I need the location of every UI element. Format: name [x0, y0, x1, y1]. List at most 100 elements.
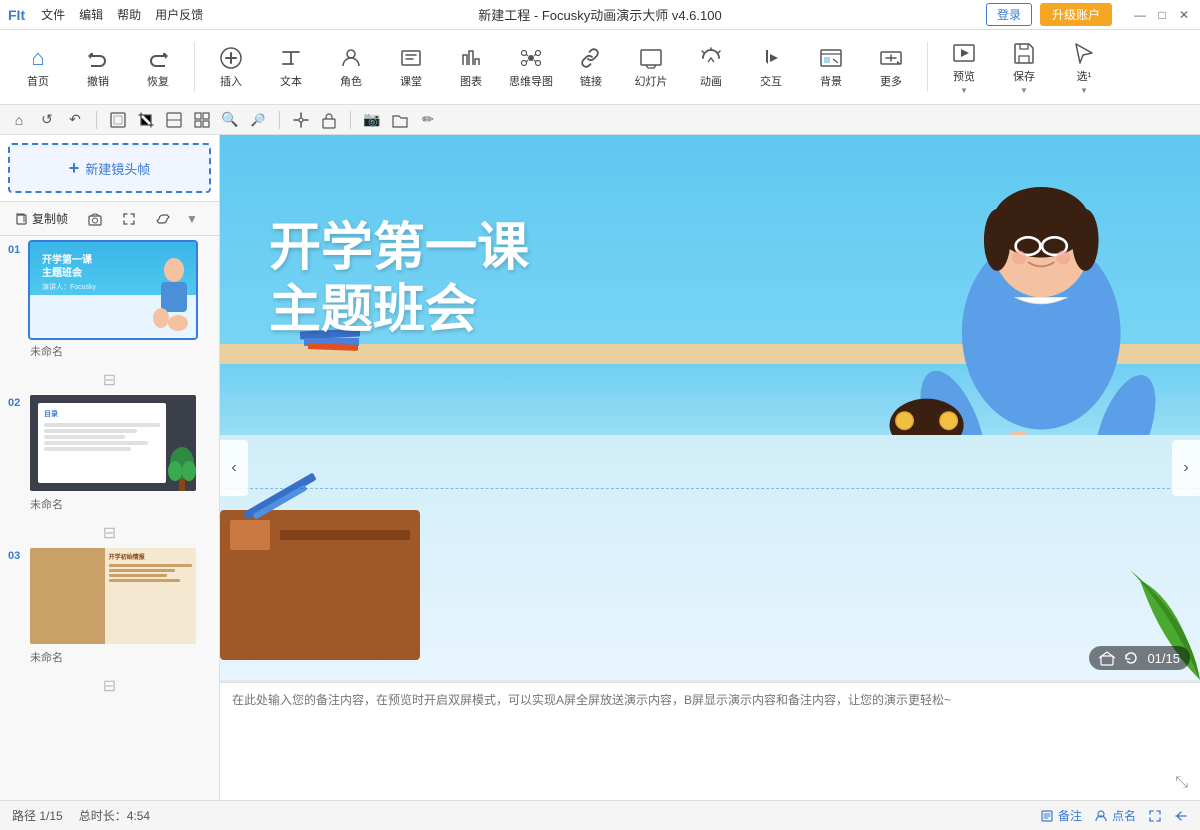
nav-arrow-right[interactable]: ›: [1172, 440, 1200, 496]
canvas-main-content: 开学第一课 主题班会 演讲人：Focusky: [220, 135, 1200, 680]
toolbar-role[interactable]: 角色: [323, 34, 379, 100]
insert-icon: [217, 44, 245, 72]
toolbar-save[interactable]: 保存 ▼: [996, 34, 1052, 100]
undo-icon: [84, 44, 112, 72]
menu-file[interactable]: 文件: [41, 6, 65, 23]
copy-frame-button[interactable]: 复制帧: [8, 208, 74, 229]
ct-camera-icon[interactable]: 📷: [361, 109, 383, 131]
sidebar: + 新建镜头帧 复制帧 ▼ 01: [0, 135, 220, 800]
toolbar-text-label: 文本: [280, 76, 302, 89]
toolbar-animation[interactable]: 动画: [683, 34, 739, 100]
expand-notes-button[interactable]: ⤡: [1175, 774, 1188, 792]
ct-zoom-in-icon[interactable]: 🔍: [219, 109, 241, 131]
sidebar-scroll-down[interactable]: ▼: [184, 210, 200, 228]
upgrade-button[interactable]: 升级账户: [1040, 3, 1112, 26]
copy-icon: [14, 212, 28, 226]
toolbar-preview-label: 预览: [953, 71, 975, 84]
window-controls: — □ ✕: [1132, 7, 1192, 23]
preview-dropdown-icon: ▼: [960, 86, 968, 95]
ct-grid-icon[interactable]: [191, 109, 213, 131]
fit-action[interactable]: [116, 210, 142, 228]
slide-thumb-1[interactable]: 开学第一课主题班会 演讲人：Focusky: [28, 240, 198, 340]
toolbar-more-label: 更多: [880, 76, 902, 89]
toolbar-home[interactable]: ⌂ 首页: [10, 34, 66, 100]
maximize-button[interactable]: □: [1154, 7, 1170, 23]
toolbar-redo-label: 恢复: [147, 76, 169, 89]
interact-icon: [757, 44, 785, 72]
toolbar-select[interactable]: 选¹ ▼: [1056, 34, 1112, 100]
ct-crop-icon[interactable]: [135, 109, 157, 131]
toolbar-more[interactable]: 更多: [863, 34, 919, 100]
toolbar-background[interactable]: 背景: [803, 34, 859, 100]
slide-separator-2: ⊟: [0, 520, 219, 546]
toolbar-insert[interactable]: 插入: [203, 34, 259, 100]
toolbar-undo[interactable]: 撤销: [70, 34, 126, 100]
duration-info: 总时长：4:54: [79, 807, 150, 824]
ct-frame-icon[interactable]: [107, 109, 129, 131]
fit-icon: [122, 212, 136, 226]
save-dropdown-icon: ▼: [1020, 86, 1028, 95]
notes-area: ⤡: [220, 682, 1200, 800]
ct-rotate-icon[interactable]: ↺: [36, 109, 58, 131]
slide-group-2: 02 目录: [0, 393, 219, 520]
ct-home-icon[interactable]: ⌂: [8, 109, 30, 131]
mindmap-icon: [517, 44, 545, 72]
camera-action[interactable]: [82, 210, 108, 228]
toolbar-divider-1: [194, 42, 195, 92]
points-button[interactable]: 点名: [1094, 807, 1136, 824]
minimize-button[interactable]: —: [1132, 7, 1148, 23]
ct-edit-icon[interactable]: ✏: [417, 109, 439, 131]
select-icon: [1070, 39, 1098, 67]
toolbar-text[interactable]: 文本: [263, 34, 319, 100]
class-icon: [397, 44, 425, 72]
toolbar-interact[interactable]: 交互: [743, 34, 799, 100]
loop-icon: [156, 212, 170, 226]
points-icon: [1094, 809, 1108, 823]
ct-snap-icon[interactable]: [290, 109, 312, 131]
slide-thumb-3[interactable]: 开学初始情报: [28, 546, 198, 646]
ct-align-icon[interactable]: [163, 109, 185, 131]
page-counter-display: 01/15: [1147, 651, 1180, 666]
nav-arrow-left[interactable]: ‹: [220, 440, 248, 496]
ct-undo-small-icon[interactable]: ↶: [64, 109, 86, 131]
menu-edit[interactable]: 编辑: [79, 6, 103, 23]
loop-action[interactable]: [150, 210, 176, 228]
menu-help[interactable]: 帮助: [117, 6, 141, 23]
close-button[interactable]: ✕: [1176, 7, 1192, 23]
ct-lock-icon[interactable]: [318, 109, 340, 131]
canvas-area[interactable]: 开学第一课 主题班会 演讲人：Focusky: [220, 135, 1200, 800]
page-counter: 01/15: [1089, 646, 1190, 670]
toolbar-class[interactable]: 课堂: [383, 34, 439, 100]
toolbar-link[interactable]: 链接: [563, 34, 619, 100]
ct-zoom-out-icon[interactable]: 🔎: [247, 109, 269, 131]
animation-icon: [697, 44, 725, 72]
toolbar-preview[interactable]: 预览 ▼: [936, 34, 992, 100]
toolbar-redo[interactable]: 恢复: [130, 34, 186, 100]
fullscreen-button[interactable]: [1148, 809, 1162, 823]
toolbar-chart[interactable]: 图表: [443, 34, 499, 100]
slide-number-2: 02: [8, 393, 28, 409]
toolbar-slide[interactable]: 幻灯片: [623, 34, 679, 100]
toolbar-slide-label: 幻灯片: [635, 76, 668, 89]
notes-textarea[interactable]: [232, 691, 1188, 761]
plus-icon: +: [69, 158, 80, 179]
slide-thumb-2[interactable]: 目录: [28, 393, 198, 493]
notes-button[interactable]: 备注: [1040, 807, 1082, 824]
menu-feedback[interactable]: 用户反馈: [155, 6, 203, 23]
slide-separator-3: ⊟: [0, 673, 219, 699]
fullscreen-icon: [1148, 809, 1162, 823]
desk-object: [220, 510, 420, 660]
text-icon: [277, 44, 305, 72]
main-toolbar: ⌂ 首页 撤销 恢复 插入 文本 角色 课堂: [0, 30, 1200, 105]
slide-title-line1: 开学第一课: [269, 217, 759, 279]
toolbar-mindmap[interactable]: 思维导图: [503, 34, 559, 100]
select-dropdown-icon: ▼: [1080, 86, 1088, 95]
collapse-button[interactable]: [1174, 809, 1188, 823]
toolbar-insert-label: 插入: [220, 76, 242, 89]
ct-folder-icon[interactable]: [389, 109, 411, 131]
path-info: 路径 1/15: [12, 807, 63, 824]
slide-list: 01 开学第一课主题班会 演讲人：Focusky: [0, 236, 219, 800]
login-button[interactable]: 登录: [986, 3, 1032, 26]
titlebar: FIt 文件 编辑 帮助 用户反馈 新建工程 - Focusky动画演示大师 v…: [0, 0, 1200, 30]
new-frame-button[interactable]: + 新建镜头帧: [8, 143, 211, 193]
